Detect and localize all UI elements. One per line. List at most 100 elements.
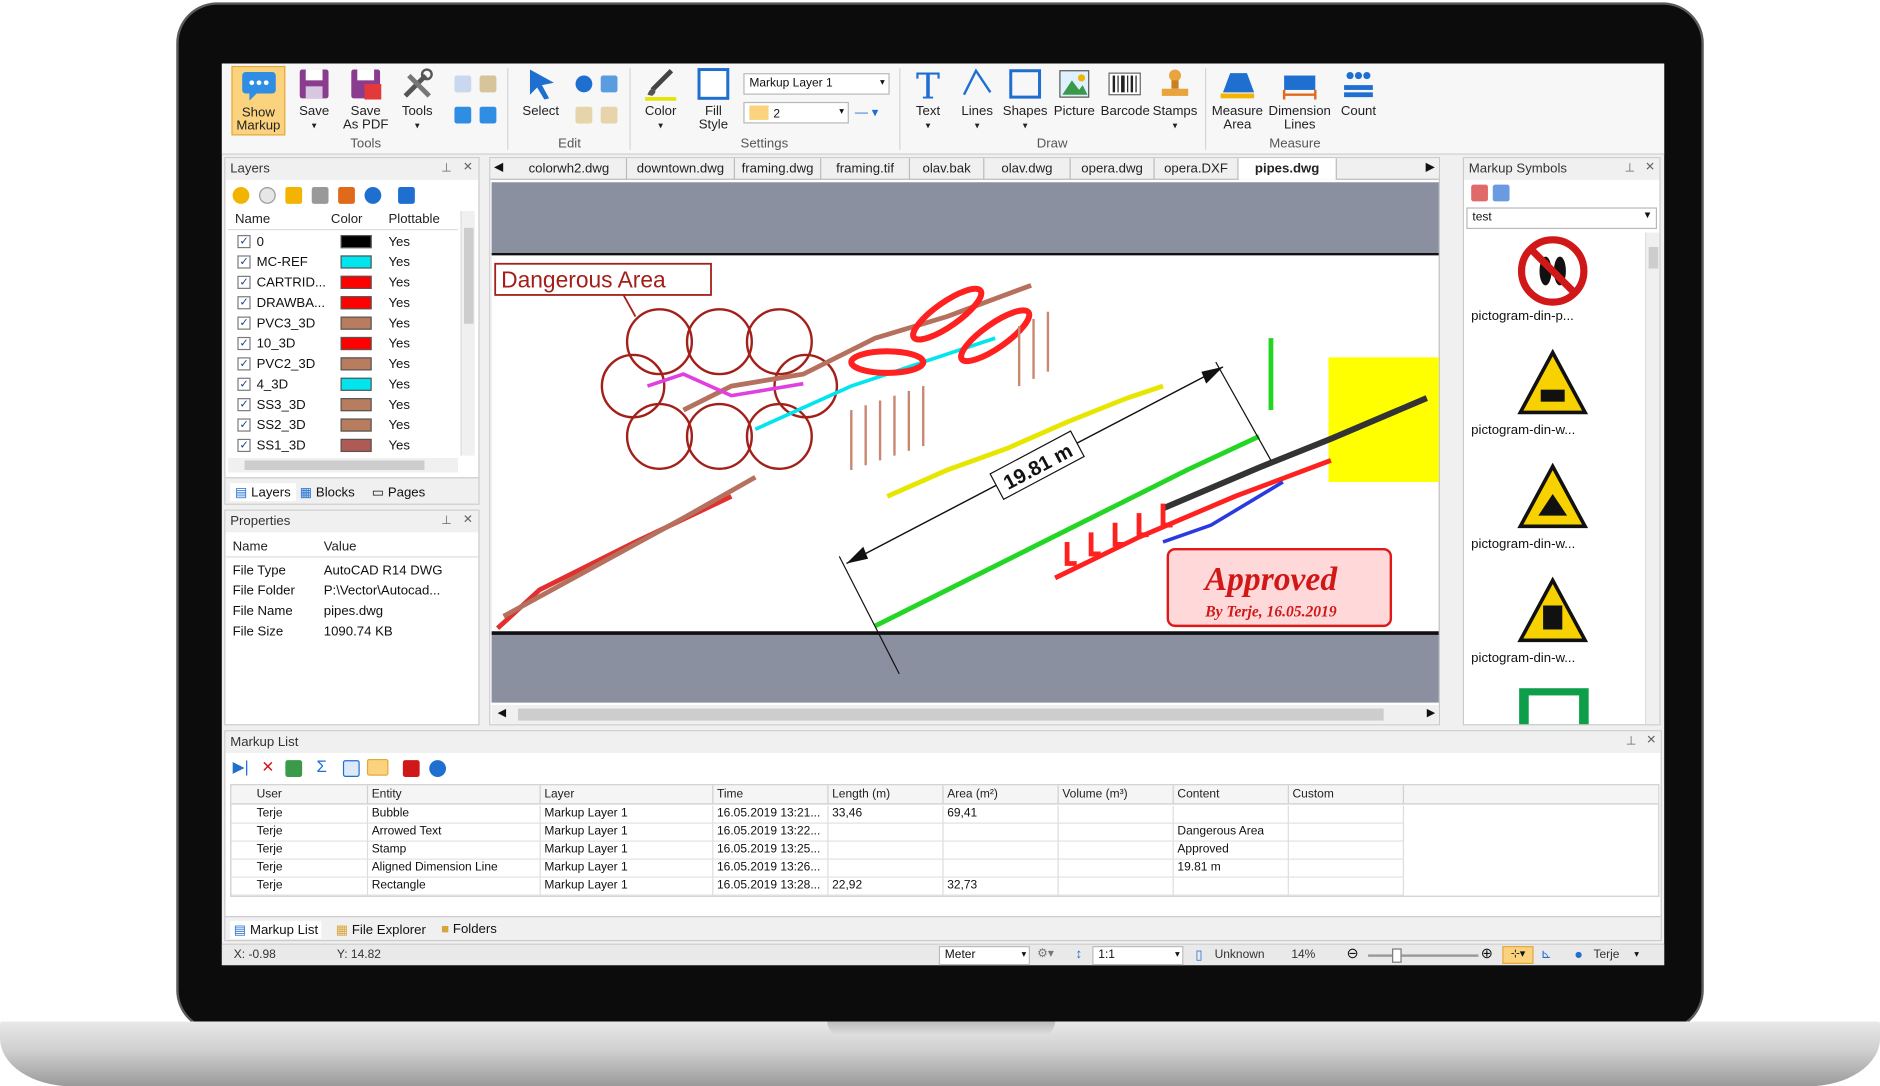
zoom-in-icon[interactable]: ⊕: [1481, 945, 1493, 962]
tab-blocks[interactable]: ▦ Blocks: [300, 484, 355, 500]
layer-row[interactable]: ✓ DRAWBA... Yes: [228, 294, 456, 314]
tab-document[interactable]: colorwh2.dwg: [512, 158, 628, 180]
layer-off-icon[interactable]: [311, 187, 329, 204]
layer-row[interactable]: ✓ SS1_3D Yes: [228, 436, 456, 453]
layer-row[interactable]: ✓ CARTRID... Yes: [228, 273, 456, 293]
zoom-slider[interactable]: [1368, 948, 1479, 963]
layer-plottable[interactable]: Yes: [388, 337, 410, 351]
markup-layer-combo[interactable]: Markup Layer 1 ▾: [743, 73, 890, 95]
line-style-combo[interactable]: — ▾: [855, 104, 878, 120]
layer-plottable[interactable]: Yes: [388, 296, 410, 310]
line-width-combo[interactable]: 2 ▾: [743, 101, 849, 124]
layer-color-swatch[interactable]: [340, 235, 372, 249]
layer-row[interactable]: ✓ SS3_3D Yes: [228, 396, 456, 416]
layers-red-icon[interactable]: [402, 760, 420, 777]
symbol-item-prohibition[interactable]: pictogram-din-p...: [1466, 233, 1641, 347]
bulb-on-icon[interactable]: [232, 187, 250, 204]
symbols-vscrollbar[interactable]: [1645, 232, 1660, 725]
barcode-button[interactable]: Barcode: [1101, 66, 1150, 119]
layer-color-swatch[interactable]: [340, 296, 372, 310]
tab-document[interactable]: pipes.dwg: [1238, 158, 1337, 180]
layers-hscrollbar[interactable]: [227, 458, 459, 473]
layer-color-swatch[interactable]: [340, 275, 372, 289]
layer-plottable[interactable]: Yes: [388, 398, 410, 412]
close-icon[interactable]: ✕: [1646, 734, 1656, 747]
markup-col-header[interactable]: Area (m²): [944, 785, 1059, 805]
settings-gear-icon[interactable]: ⚙▾: [1037, 947, 1054, 960]
tab-layers[interactable]: ▤ Layers: [230, 483, 296, 502]
markup-col-header[interactable]: Length (m): [829, 785, 944, 805]
layer-row[interactable]: ✓ PVC3_3D Yes: [228, 314, 456, 334]
markup-table-row[interactable]: Terje Arrowed Text Markup Layer 1 16.05.201…: [231, 823, 1405, 842]
picture-button[interactable]: Picture: [1052, 66, 1098, 119]
undo-icon[interactable]: [575, 75, 593, 93]
tab-document[interactable]: opera.DXF: [1155, 158, 1239, 180]
tabs-scroll-left[interactable]: ◀: [494, 161, 503, 174]
layer-plottable[interactable]: Yes: [388, 357, 410, 371]
layer-color-swatch[interactable]: [340, 438, 372, 453]
show-markup-button[interactable]: Show Markup: [231, 65, 286, 136]
layer-visible-checkbox[interactable]: ✓: [237, 296, 251, 310]
layer-on-icon[interactable]: [285, 187, 303, 204]
layer-visible-checkbox[interactable]: ✓: [237, 336, 251, 351]
layer-color-swatch[interactable]: [340, 357, 372, 371]
layer-visible-checkbox[interactable]: ✓: [237, 418, 251, 432]
layers-vscrollbar[interactable]: [460, 211, 475, 456]
symbol-item-warning-3[interactable]: pictogram-din-w...: [1466, 574, 1641, 688]
tab-pages[interactable]: ▭ Pages: [372, 484, 426, 500]
tab-markup-list[interactable]: ▤ Markup List: [230, 920, 322, 939]
fill-style-button[interactable]: Fill Style: [689, 66, 737, 132]
markup-col-header[interactable]: Volume (m³): [1059, 785, 1174, 805]
markup-col-header[interactable]: Time: [713, 785, 829, 805]
tools-button[interactable]: Tools ▾: [396, 66, 439, 132]
layer-visible-checkbox[interactable]: ✓: [237, 235, 251, 249]
layer-color-swatch[interactable]: [340, 398, 372, 412]
copy-icon[interactable]: [454, 75, 472, 93]
markup-table-row[interactable]: Terje Bubble Markup Layer 1 16.05.2019 13:2…: [231, 805, 1405, 824]
tab-document[interactable]: opera.dwg: [1071, 158, 1155, 180]
markup-col-header[interactable]: Custom: [1289, 785, 1405, 805]
tab-document[interactable]: olav.bak: [910, 158, 985, 180]
markup-table-row[interactable]: Terje Stamp Markup Layer 1 16.05.2019 13:25…: [231, 841, 1405, 860]
markup-col-header[interactable]: Entity: [368, 785, 541, 805]
comment-add-icon[interactable]: [454, 106, 472, 124]
layer-plottable[interactable]: Yes: [388, 276, 410, 290]
symbols-list-icon[interactable]: [1492, 184, 1510, 202]
delete-icon[interactable]: ✕: [261, 758, 274, 777]
layer-color-swatch[interactable]: [340, 377, 372, 391]
save-as-pdf-button[interactable]: Save As PDF: [342, 66, 390, 132]
layer-plottable[interactable]: Yes: [388, 418, 410, 432]
markup-col-header[interactable]: User: [253, 785, 369, 805]
layer-visible-checkbox[interactable]: ✓: [237, 398, 251, 412]
layer-plottable[interactable]: Yes: [388, 235, 410, 249]
undo-layers-icon[interactable]: [364, 187, 382, 204]
layer-visible-checkbox[interactable]: ✓: [237, 377, 251, 391]
layer-plottable[interactable]: Yes: [388, 317, 410, 331]
layer-plottable[interactable]: Yes: [388, 439, 410, 453]
layer-plottable[interactable]: Yes: [388, 255, 410, 269]
user-icon[interactable]: [429, 760, 447, 777]
layer-color-swatch[interactable]: [340, 255, 372, 269]
layer-color-swatch[interactable]: [340, 316, 372, 330]
layer-color-swatch[interactable]: [340, 336, 372, 351]
wrench-icon[interactable]: [600, 75, 618, 93]
snap-icon[interactable]: ⊹▾: [1502, 946, 1534, 964]
ortho-icon[interactable]: ⊾: [1541, 946, 1552, 961]
tab-document[interactable]: olav.dwg: [984, 158, 1071, 180]
user-dropdown-icon[interactable]: ▾: [1634, 948, 1639, 959]
group-icon[interactable]: [575, 106, 593, 124]
export-excel-icon[interactable]: [285, 760, 303, 777]
layer-row[interactable]: ✓ 0 Yes: [228, 233, 456, 253]
tab-document[interactable]: framing.dwg: [735, 158, 822, 180]
layer-row[interactable]: ✓ MC-REF Yes: [228, 253, 456, 273]
layers-stack-icon[interactable]: [398, 187, 415, 204]
tab-folders[interactable]: ■ Folders: [441, 922, 497, 936]
layer-visible-checkbox[interactable]: ✓: [237, 275, 251, 289]
play-icon[interactable]: ▶|: [233, 758, 249, 777]
symbol-item-warning-2[interactable]: pictogram-din-w...: [1466, 460, 1641, 574]
dimension-lines-button[interactable]: Dimension Lines: [1267, 66, 1332, 132]
paste-icon[interactable]: [479, 75, 497, 93]
tab-document[interactable]: framing.tif: [821, 158, 911, 180]
shapes-button[interactable]: Shapes ▾: [1001, 66, 1049, 132]
sum-icon[interactable]: Σ: [317, 757, 327, 776]
